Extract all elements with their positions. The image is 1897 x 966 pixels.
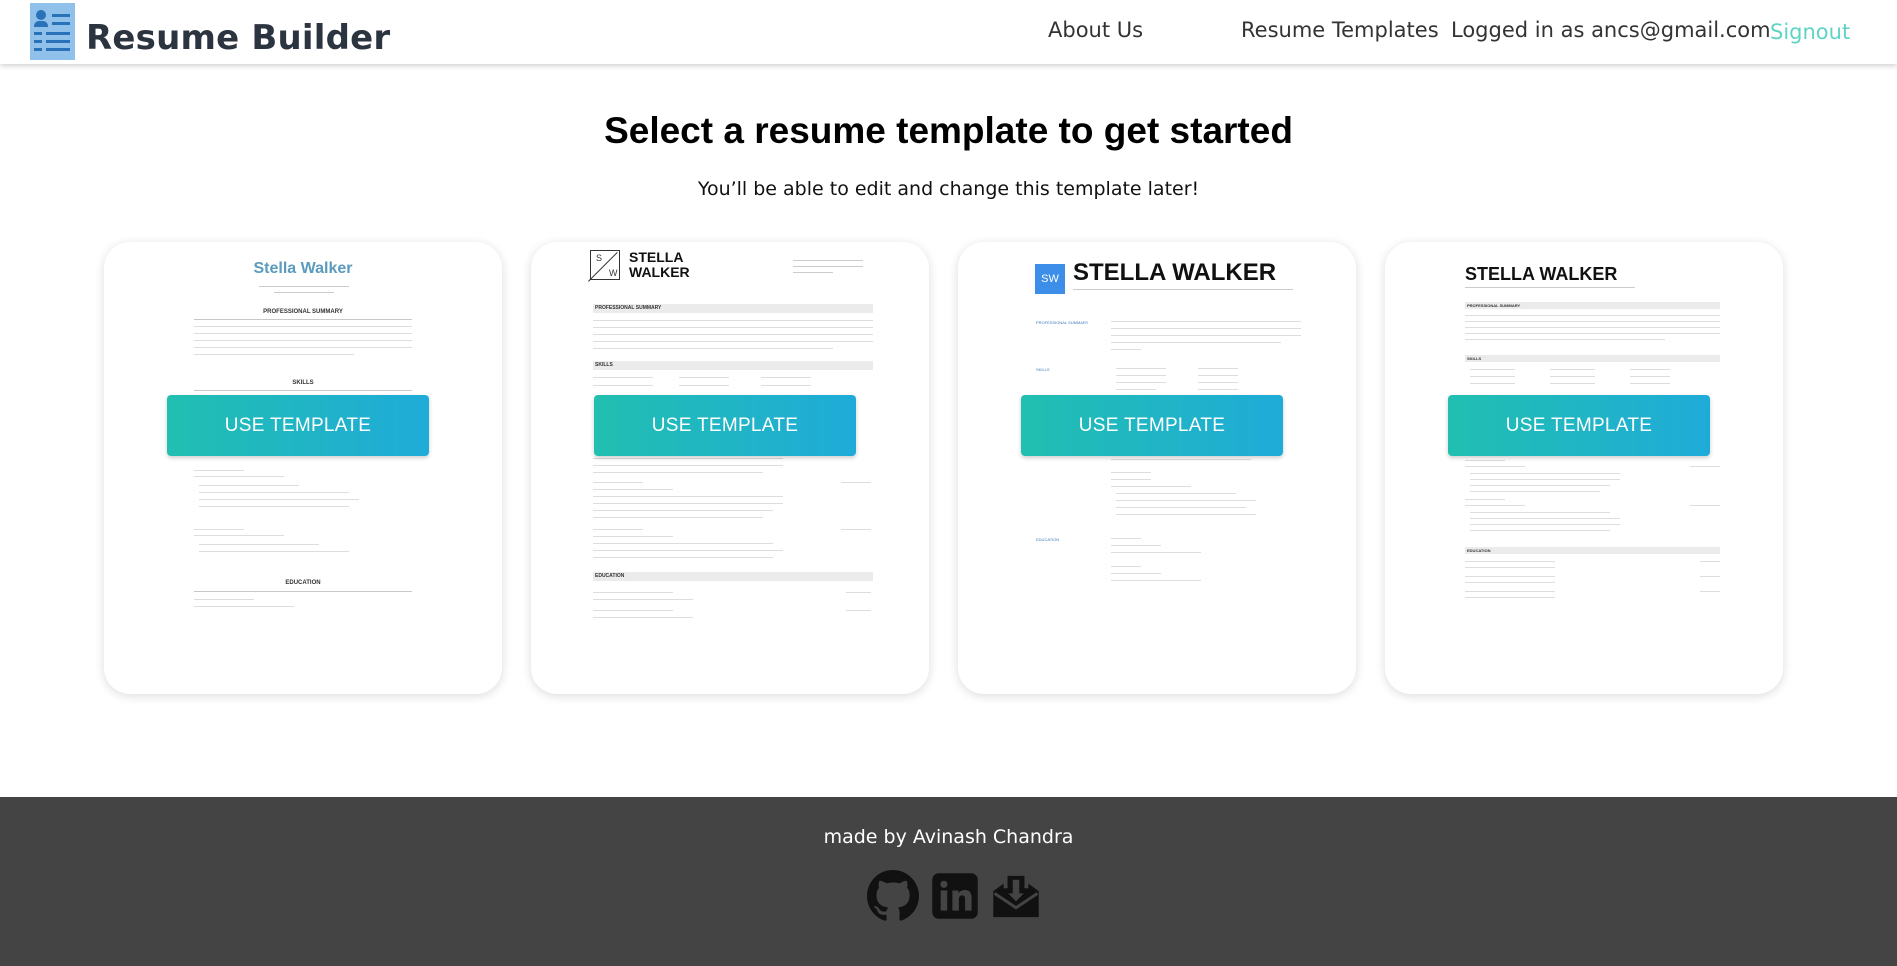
use-template-button-4[interactable]: USE TEMPLATE xyxy=(1448,395,1710,456)
use-template-button-1[interactable]: USE TEMPLATE xyxy=(167,395,429,456)
brand-title[interactable]: Resume Builder xyxy=(86,18,390,58)
footer-credit: made by Avinash Chandra xyxy=(823,826,1074,848)
preview-section-heading: PROFESSIONAL SUMMARY xyxy=(595,305,662,311)
template-card-1[interactable]: Stella Walker PROFESSIONAL SUMMARY SKILL… xyxy=(104,242,502,694)
preview-section-heading: PROFESSIONAL SUMMARY xyxy=(263,309,343,315)
nav-resume-templates[interactable]: Resume Templates xyxy=(1241,18,1439,42)
template-card-3[interactable]: SW STELLA WALKER PROFESSIONAL SUMMARY SK… xyxy=(958,242,1356,694)
page-title: Select a resume template to get started xyxy=(604,110,1293,151)
github-icon[interactable] xyxy=(867,870,919,922)
monogram-box: S W xyxy=(588,250,620,282)
preview-name: Stella Walker xyxy=(253,260,353,277)
linkedin-icon[interactable] xyxy=(929,870,981,922)
preview-section-heading: PROFESSIONAL SUMMARY xyxy=(1036,320,1089,325)
preview-section-heading: PROFESSIONAL SUMMARY xyxy=(1467,303,1521,308)
template-card-4[interactable]: STELLA WALKER PROFESSIONAL SUMMARY SKILL… xyxy=(1385,242,1783,694)
preview-section-heading: EDUCATION xyxy=(595,573,625,579)
preview-section-heading: EDUCATION xyxy=(285,580,321,586)
preview-section-heading: SKILLS xyxy=(1036,367,1050,372)
preview-section-heading: SKILLS xyxy=(292,380,314,386)
monogram-badge: SW xyxy=(1035,264,1065,294)
preview-section-heading: EDUCATION xyxy=(1036,537,1060,542)
logged-in-status: Logged in as ancs@gmail.com xyxy=(1451,18,1771,42)
resume-logo-icon[interactable] xyxy=(30,3,75,60)
preview-section-heading: SKILLS xyxy=(595,362,613,368)
preview-name: STELLA WALKER xyxy=(1465,264,1618,284)
preview-name: STELLA WALKER xyxy=(629,249,690,280)
use-template-button-2[interactable]: USE TEMPLATE xyxy=(594,395,856,456)
preview-name: STELLA WALKER xyxy=(1073,259,1277,286)
template-card-2[interactable]: S W STELLA WALKER PROFESSIONAL SUMMARY S… xyxy=(531,242,929,694)
page-subtitle: You’ll be able to edit and change this t… xyxy=(697,178,1200,200)
signout-link[interactable]: Signout xyxy=(1770,20,1850,44)
nav-about-us[interactable]: About Us xyxy=(1048,18,1143,42)
preview-section-heading: SKILLS xyxy=(1467,356,1482,361)
preview-section-heading: EDUCATION xyxy=(1467,548,1491,553)
mail-icon[interactable] xyxy=(990,870,1042,922)
use-template-button-3[interactable]: USE TEMPLATE xyxy=(1021,395,1283,456)
top-navbar: Resume Builder About Us Resume Templates… xyxy=(0,0,1897,64)
